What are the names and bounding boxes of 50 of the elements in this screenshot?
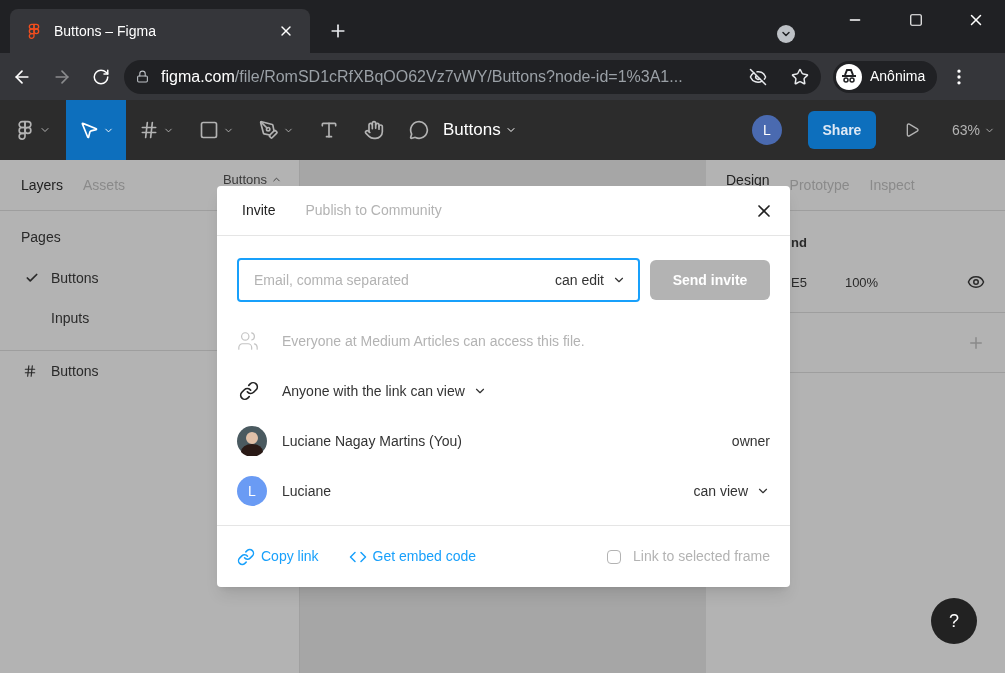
avatar-icon [237,426,267,456]
checkbox-label: Link to selected frame [633,547,770,566]
profile-button[interactable]: Anônima [833,60,938,93]
team-note: Everyone at Medium Articles can access this file. [282,331,585,351]
people-icon [237,330,259,352]
eye-off-icon[interactable] [749,67,767,86]
square-icon [198,120,219,140]
file-name-button[interactable]: Buttons [443,117,517,143]
fill-hex: E5 [791,273,807,292]
hand-icon [363,120,384,140]
user-avatar: L [237,476,267,506]
profile-label: Anônima [870,67,926,86]
lock-icon [136,70,149,83]
role-menu[interactable]: can view [693,480,770,502]
maximize-icon[interactable] [909,13,923,27]
link-access-menu[interactable]: Anyone with the link can view [282,380,487,402]
figma-logo-icon [15,120,35,140]
permission-menu[interactable]: can edit [554,269,626,291]
speech-bubble-icon [408,120,429,140]
dialog-tab[interactable]: Invite [242,200,276,221]
address-field[interactable]: figma.com/file/RomSD1cRfXBqOO62Vz7vWY/Buttons?node-id=1%3A1... [124,59,821,94]
frame-icon [23,364,37,378]
link-icon [237,547,255,566]
pen-icon [258,120,279,140]
panel-tab[interactable]: Layers [21,174,64,196]
browser-tab[interactable]: Buttons – Figma [10,9,310,53]
share-button[interactable]: Share [807,111,876,149]
url-text: figma.com/file/RomSD1cRfXBqOO62Vz7vWY/Buttons?node-id=1%3A1... [161,66,684,87]
page-item[interactable]: Buttons [51,267,99,289]
person-role: owner [731,431,770,451]
user-avatar[interactable]: L [751,115,782,145]
tab-search-icon[interactable] [777,25,795,43]
fill-opacity: 100% [844,273,879,292]
frame-link-checkbox[interactable] [607,549,622,564]
figma-logo-icon [26,23,42,39]
reload-icon[interactable] [92,67,110,86]
star-icon[interactable] [791,67,809,86]
person-name: Luciane [282,481,332,501]
page-item[interactable]: Inputs [51,307,90,329]
person-name: Luciane Nagay Martins (You) [282,431,463,451]
email-field[interactable]: Email, comma separated can edit [237,258,640,302]
incognito-icon [836,63,862,90]
pointer-icon [78,120,99,140]
section-title: nd [791,234,808,252]
link-icon [239,381,259,401]
zoom-menu[interactable]: 63% [951,119,995,141]
tool-button[interactable] [66,100,126,160]
tab-title: Buttons – Figma [54,21,157,41]
page-menu[interactable]: Buttons [174,170,282,190]
pages-title: Pages [20,228,62,247]
